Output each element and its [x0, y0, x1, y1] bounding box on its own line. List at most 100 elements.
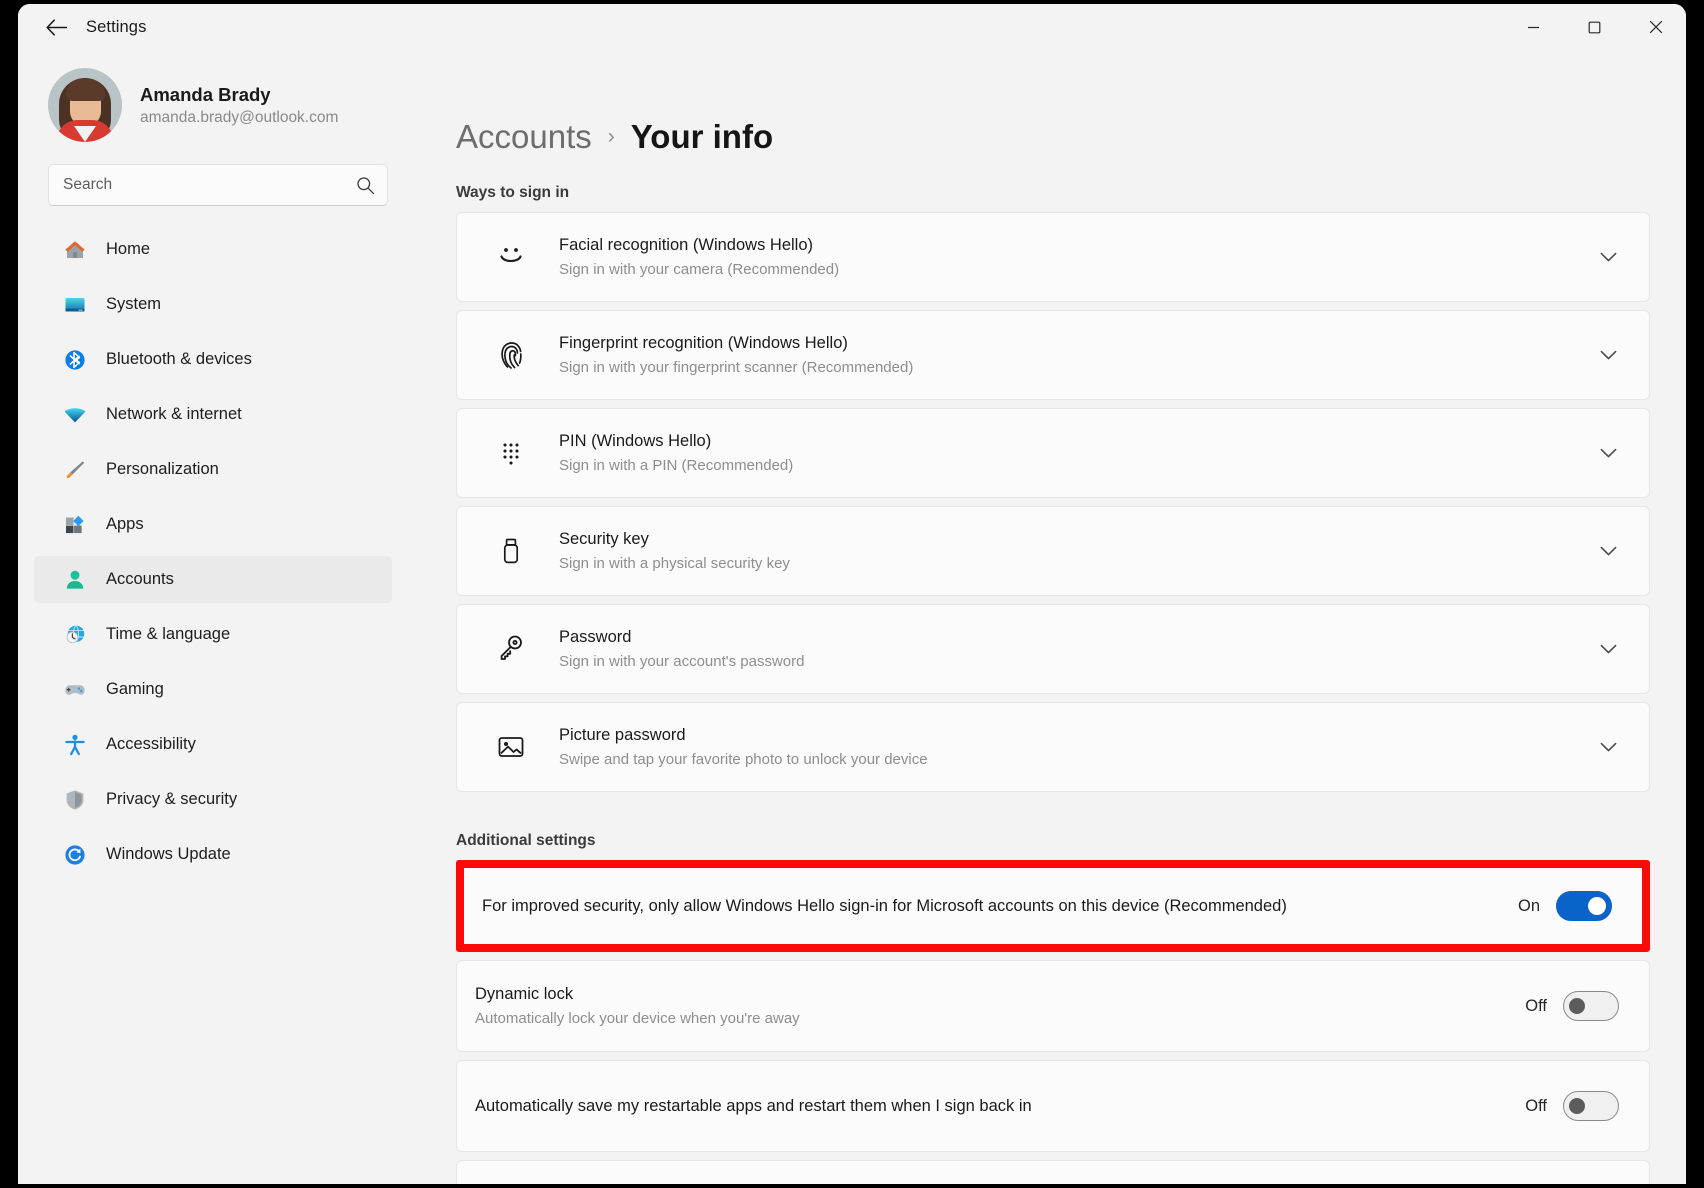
setting-row-windows-hello-only[interactable]: For improved security, only allow Window… [464, 868, 1642, 944]
option-title: Facial recognition (Windows Hello) [559, 234, 1593, 256]
option-subtitle: Sign in with a PIN (Recommended) [559, 456, 1593, 476]
window-title: Settings [86, 18, 146, 37]
sidebar-item-label: Home [106, 240, 150, 259]
minimize-button[interactable] [1503, 4, 1564, 50]
security-key-icon [491, 534, 531, 568]
sidebar-item-time-language[interactable]: Time & language [34, 611, 392, 658]
face-smile-icon [491, 240, 531, 274]
sidebar-item-label: Apps [106, 515, 144, 534]
additional-settings-heading: Additional settings [456, 832, 1650, 850]
update-icon [62, 842, 88, 868]
toggle-switch-restartable-apps[interactable] [1563, 1091, 1619, 1121]
sidebar-item-privacy-security[interactable]: Privacy & security [34, 776, 392, 823]
setting-row-dynamic-lock[interactable]: Dynamic lock Automatically lock your dev… [456, 960, 1650, 1052]
sidebar-item-home[interactable]: Home [34, 226, 392, 273]
signin-option-security-key[interactable]: Security key Sign in with a physical sec… [456, 506, 1650, 596]
sidebar-nav: Home System [34, 226, 396, 886]
setting-title: Automatically save my restartable apps a… [475, 1095, 1525, 1117]
main-content: Accounts › Your info Ways to sign in Fac… [412, 50, 1686, 1184]
sidebar-item-system[interactable]: System [34, 281, 392, 328]
sidebar-item-label: Windows Update [106, 845, 231, 864]
sidebar-item-label: Gaming [106, 680, 164, 699]
breadcrumb-parent[interactable]: Accounts [456, 118, 592, 156]
user-profile[interactable]: Amanda Brady amanda.brady@outlook.com [34, 50, 396, 160]
network-icon [62, 402, 88, 428]
sidebar-item-accounts[interactable]: Accounts [34, 556, 392, 603]
sidebar-item-label: Time & language [106, 625, 230, 644]
sidebar-item-label: Network & internet [106, 405, 242, 424]
back-button[interactable] [34, 10, 78, 44]
option-subtitle: Swipe and tap your favorite photo to unl… [559, 750, 1593, 770]
accounts-icon [62, 567, 88, 593]
pin-dots-icon [491, 436, 531, 470]
chevron-down-icon[interactable] [1593, 350, 1623, 361]
toggle-state-label: Off [1525, 997, 1547, 1016]
avatar [48, 68, 122, 142]
sidebar-item-accessibility[interactable]: Accessibility [34, 721, 392, 768]
window-controls [1503, 4, 1686, 50]
gamepad-icon [62, 677, 88, 703]
option-title: Security key [559, 528, 1593, 550]
option-title: Password [559, 626, 1593, 648]
close-icon [1649, 20, 1663, 34]
sidebar-item-label: Accounts [106, 570, 174, 589]
signin-option-fingerprint-recognition[interactable]: Fingerprint recognition (Windows Hello) … [456, 310, 1650, 400]
sidebar-item-network[interactable]: Network & internet [34, 391, 392, 438]
chevron-down-icon[interactable] [1593, 252, 1623, 263]
home-icon [62, 237, 88, 263]
option-title: PIN (Windows Hello) [559, 430, 1593, 452]
sidebar-item-label: Bluetooth & devices [106, 350, 252, 369]
next-setting-row-partial[interactable] [456, 1160, 1650, 1184]
sidebar-item-bluetooth[interactable]: Bluetooth & devices [34, 336, 392, 383]
setting-subtitle: Automatically lock your device when you'… [475, 1009, 1525, 1029]
fingerprint-icon [491, 338, 531, 372]
sidebar-item-label: Privacy & security [106, 790, 237, 809]
key-icon [491, 632, 531, 666]
chevron-down-icon[interactable] [1593, 644, 1623, 655]
signin-option-facial-recognition[interactable]: Facial recognition (Windows Hello) Sign … [456, 212, 1650, 302]
search-box[interactable] [48, 164, 388, 206]
setting-row-restartable-apps[interactable]: Automatically save my restartable apps a… [456, 1060, 1650, 1152]
search-input[interactable] [63, 176, 356, 194]
sidebar-item-label: System [106, 295, 161, 314]
ways-to-sign-in-heading: Ways to sign in [456, 184, 1650, 202]
chevron-down-icon[interactable] [1593, 742, 1623, 753]
sidebar-item-apps[interactable]: Apps [34, 501, 392, 548]
setting-title: For improved security, only allow Window… [482, 895, 1518, 917]
settings-window: Settings [18, 4, 1686, 1184]
highlight-annotation: For improved security, only allow Window… [456, 860, 1650, 952]
sidebar-item-windows-update[interactable]: Windows Update [34, 831, 392, 878]
option-title: Fingerprint recognition (Windows Hello) [559, 332, 1593, 354]
title-bar: Settings [18, 4, 1686, 50]
breadcrumb: Accounts › Your info [456, 50, 1650, 184]
signin-option-pin[interactable]: PIN (Windows Hello) Sign in with a PIN (… [456, 408, 1650, 498]
sidebar-item-personalization[interactable]: Personalization [34, 446, 392, 493]
signin-option-password[interactable]: Password Sign in with your account's pas… [456, 604, 1650, 694]
option-subtitle: Sign in with your fingerprint scanner (R… [559, 358, 1593, 378]
toggle-switch-dynamic-lock[interactable] [1563, 991, 1619, 1021]
profile-name: Amanda Brady [140, 83, 338, 106]
sidebar: Amanda Brady amanda.brady@outlook.com [18, 50, 412, 1184]
chevron-down-icon[interactable] [1593, 546, 1623, 557]
breadcrumb-separator: › [608, 125, 615, 149]
back-arrow-icon [46, 19, 67, 36]
option-title: Picture password [559, 724, 1593, 746]
setting-title: Dynamic lock [475, 983, 1525, 1005]
sidebar-item-gaming[interactable]: Gaming [34, 666, 392, 713]
accessibility-icon [62, 732, 88, 758]
toggle-switch-windows-hello-only[interactable] [1556, 891, 1612, 921]
apps-icon [62, 512, 88, 538]
paintbrush-icon [62, 457, 88, 483]
signin-option-picture-password[interactable]: Picture password Swipe and tap your favo… [456, 702, 1650, 792]
toggle-state-label: On [1518, 897, 1540, 916]
maximize-button[interactable] [1564, 4, 1625, 50]
option-subtitle: Sign in with your account's password [559, 652, 1593, 672]
profile-email: amanda.brady@outlook.com [140, 109, 338, 127]
option-subtitle: Sign in with your camera (Recommended) [559, 260, 1593, 280]
close-button[interactable] [1625, 4, 1686, 50]
chevron-down-icon[interactable] [1593, 448, 1623, 459]
shield-icon [62, 787, 88, 813]
picture-icon [491, 730, 531, 764]
bluetooth-icon [62, 347, 88, 373]
sidebar-item-label: Accessibility [106, 735, 196, 754]
